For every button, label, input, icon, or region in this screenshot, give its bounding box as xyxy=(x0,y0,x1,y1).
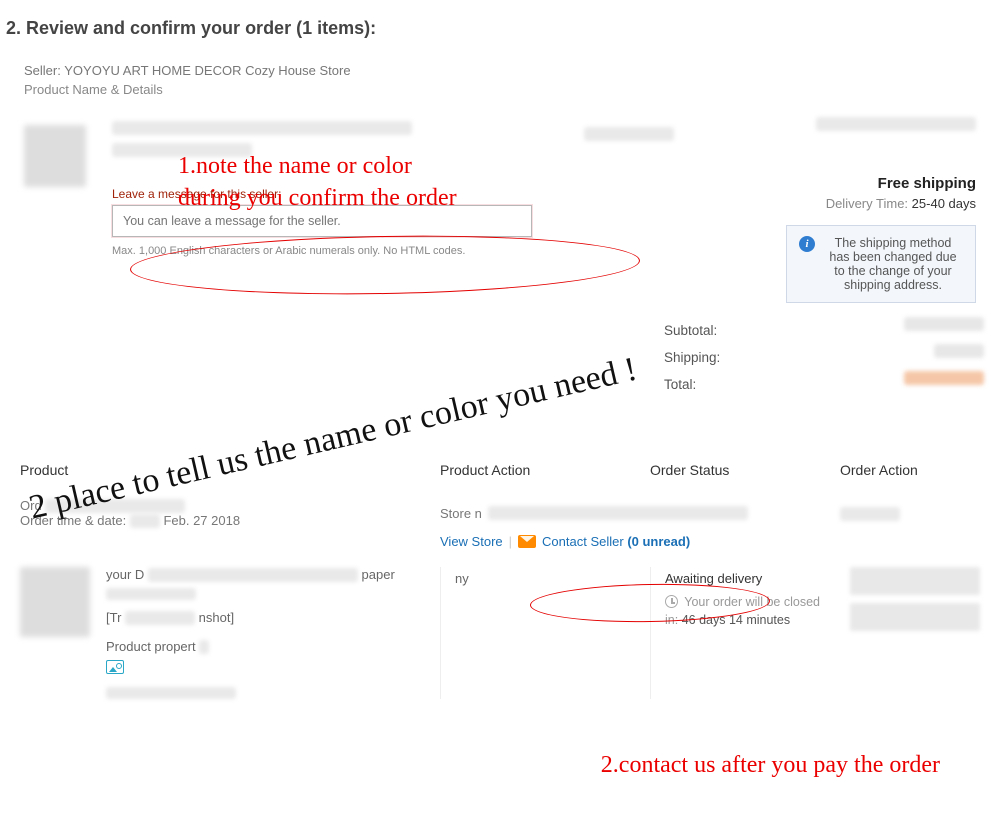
shipping-info-box: i The shipping method has been changed d… xyxy=(786,225,976,303)
blurred-text xyxy=(904,317,984,331)
blurred-text xyxy=(106,588,196,600)
subtotal-label: Subtotal: xyxy=(664,317,717,344)
blurred-text xyxy=(112,121,412,135)
mid-column xyxy=(584,127,704,141)
blurred-text xyxy=(125,611,195,625)
delivery-time-label: Delivery Time: xyxy=(826,196,908,211)
total-label: Total: xyxy=(664,371,696,398)
delivery-time: Delivery Time: 25-40 days xyxy=(746,196,976,211)
free-shipping-label: Free shipping xyxy=(746,175,976,192)
col-order-action: Order Action xyxy=(840,462,980,478)
blurred-text xyxy=(199,640,209,654)
annotation-2: 2.contact us after you pay the order xyxy=(601,752,940,779)
blurred-text xyxy=(148,568,358,582)
col-product: Product xyxy=(20,462,440,478)
close-val: 46 days 14 minutes xyxy=(682,613,790,627)
col-status: Order Status xyxy=(650,462,840,478)
review-panel: Seller: YOYOYU ART HOME DECOR Cozy House… xyxy=(0,53,1000,418)
leave-message-label: Leave a message for this seller: xyxy=(112,187,606,201)
order-status-cell: Awaiting delivery Your order will be clo… xyxy=(650,567,840,699)
blurred-text xyxy=(106,687,236,699)
page-title: 2. Review and confirm your order (1 item… xyxy=(0,0,1000,53)
product-thumbnail xyxy=(20,567,90,637)
info-icon: i xyxy=(799,236,815,252)
product-row: Leave a message for this seller: Max. 1,… xyxy=(24,117,976,257)
product-column: Leave a message for this seller: Max. 1,… xyxy=(86,117,606,257)
order-time-value: Feb. 27 2018 xyxy=(163,513,240,528)
order-grid-header: Product Product Action Order Status Orde… xyxy=(20,456,980,494)
blurred-text xyxy=(45,499,185,513)
unread-count: (0 unread) xyxy=(627,534,690,549)
order-action-cell xyxy=(840,567,980,699)
ord-prefix: Ord xyxy=(20,498,42,513)
message-hint: Max. 1,000 English characters or Arabic … xyxy=(112,245,606,257)
order-time-text: Order time & date: xyxy=(20,513,130,528)
action-button[interactable] xyxy=(850,567,980,595)
product-action-cell: ny xyxy=(440,567,650,699)
delivery-time-value: 25-40 days xyxy=(912,196,976,211)
shipping-label: Shipping: xyxy=(664,344,720,371)
store-links-row: View Store | Contact Seller (0 unread) xyxy=(20,530,980,553)
view-store-link[interactable]: View Store xyxy=(440,534,503,549)
product-propert: Product propert xyxy=(106,639,196,654)
blurred-text xyxy=(488,506,748,520)
ny-text: ny xyxy=(455,571,469,586)
blurred-text xyxy=(816,117,976,131)
product-thumbnail xyxy=(24,125,86,187)
order-meta-row: Ord Order time & date: Order time & date… xyxy=(20,494,980,532)
seller-label: Seller: xyxy=(24,63,61,78)
col-action: Product Action xyxy=(440,462,650,478)
section-gap xyxy=(0,418,1000,448)
contact-seller-text: Contact Seller xyxy=(542,534,624,549)
blurred-text xyxy=(904,371,984,385)
product-name-details-label: Product Name & Details xyxy=(24,82,976,97)
nshot-suffix: nshot] xyxy=(199,610,234,625)
contact-seller-link[interactable]: Contact Seller (0 unread) xyxy=(542,534,690,549)
mail-icon xyxy=(518,535,536,548)
total-row: Total: xyxy=(664,371,984,398)
shipping-column: Free shipping Delivery Time: 25-40 days xyxy=(746,117,976,211)
action-button[interactable] xyxy=(850,603,980,631)
store-prefix: Store n xyxy=(440,506,482,521)
clock-icon xyxy=(665,595,678,608)
blurred-text xyxy=(934,344,984,358)
seller-line: Seller: YOYOYU ART HOME DECOR Cozy House… xyxy=(24,63,976,78)
paper-suffix: paper xyxy=(362,567,395,582)
subtotal-row: Subtotal: xyxy=(664,317,984,344)
blurred-text xyxy=(840,507,900,521)
blurred-text xyxy=(112,143,252,157)
seller-name: YOYOYU ART HOME DECOR Cozy House Store xyxy=(64,63,350,78)
shipping-row: Shipping: xyxy=(664,344,984,371)
separator: | xyxy=(509,534,512,549)
info-box-text: The shipping method has been changed due… xyxy=(823,236,963,292)
order-body: your D paper [Tr nshot] Product propert xyxy=(20,567,980,699)
tr-prefix: [Tr xyxy=(106,610,121,625)
product-cell: your D paper [Tr nshot] Product propert xyxy=(20,567,440,699)
blurred-text xyxy=(584,127,674,141)
blurred-text xyxy=(130,514,160,528)
totals-block: Subtotal: Shipping: Total: xyxy=(664,317,976,398)
awaiting-delivery: Awaiting delivery xyxy=(665,571,826,586)
order-grid: Product Product Action Order Status Orde… xyxy=(0,448,1000,719)
image-icon[interactable] xyxy=(106,660,124,674)
seller-message-input[interactable] xyxy=(112,205,532,237)
your-text: your D xyxy=(106,567,144,582)
